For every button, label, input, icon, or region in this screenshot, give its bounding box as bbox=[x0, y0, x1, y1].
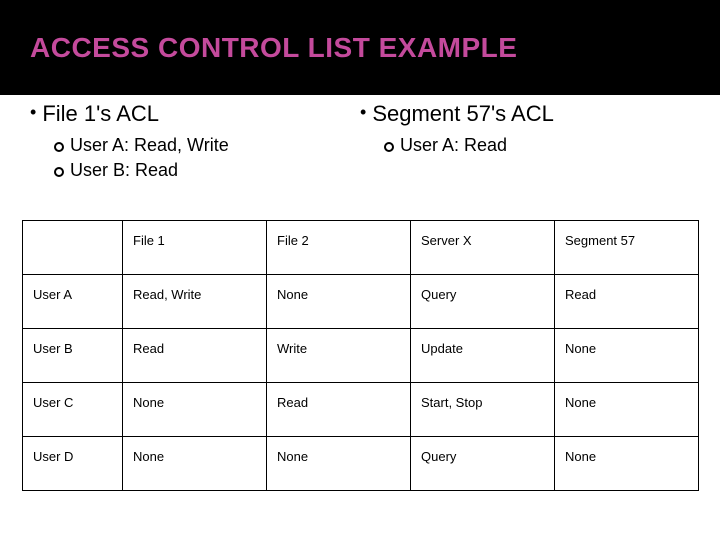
table-row: User C None Read Start, Stop None bbox=[23, 383, 699, 437]
table-cell: Read bbox=[555, 275, 699, 329]
circle-bullet-icon bbox=[54, 142, 64, 152]
table-row: User B Read Write Update None bbox=[23, 329, 699, 383]
table-cell: Query bbox=[411, 437, 555, 491]
table-cell: Read, Write bbox=[123, 275, 267, 329]
column-heading: File 1's ACL bbox=[42, 101, 159, 127]
table-cell: None bbox=[267, 275, 411, 329]
table-header-cell: Segment 57 bbox=[555, 221, 699, 275]
table-cell: None bbox=[267, 437, 411, 491]
title-bar: ACCESS CONTROL LIST EXAMPLE bbox=[0, 0, 720, 95]
table-row: User A Read, Write None Query Read bbox=[23, 275, 699, 329]
table-cell: Update bbox=[411, 329, 555, 383]
table-row: User D None None Query None bbox=[23, 437, 699, 491]
table-cell: User A bbox=[23, 275, 123, 329]
two-columns: • File 1's ACL User A: Read, Write User … bbox=[30, 101, 690, 185]
sub-list: User A: Read, Write User B: Read bbox=[54, 135, 360, 181]
circle-bullet-icon bbox=[54, 167, 64, 177]
list-item: User A: Read bbox=[384, 135, 690, 156]
table-cell: None bbox=[123, 437, 267, 491]
table-cell: Read bbox=[123, 329, 267, 383]
bullet-dot-icon: • bbox=[30, 103, 36, 121]
column-heading: Segment 57's ACL bbox=[372, 101, 554, 127]
table-cell: Query bbox=[411, 275, 555, 329]
bullet-dot-icon: • bbox=[360, 103, 366, 121]
table-cell: None bbox=[123, 383, 267, 437]
table-cell: None bbox=[555, 329, 699, 383]
table-header-cell bbox=[23, 221, 123, 275]
list-item-text: User A: Read bbox=[400, 135, 507, 156]
slide-title: ACCESS CONTROL LIST EXAMPLE bbox=[30, 34, 690, 62]
table-cell: Start, Stop bbox=[411, 383, 555, 437]
table-header-cell: File 1 bbox=[123, 221, 267, 275]
list-item-text: User B: Read bbox=[70, 160, 178, 181]
table-header-row: File 1 File 2 Server X Segment 57 bbox=[23, 221, 699, 275]
table-cell: None bbox=[555, 383, 699, 437]
table-cell: User D bbox=[23, 437, 123, 491]
list-item: User B: Read bbox=[54, 160, 360, 181]
table-cell: User B bbox=[23, 329, 123, 383]
list-item-text: User A: Read, Write bbox=[70, 135, 229, 156]
column-left: • File 1's ACL User A: Read, Write User … bbox=[30, 101, 360, 185]
table-cell: Write bbox=[267, 329, 411, 383]
heading-row: • File 1's ACL bbox=[30, 101, 360, 127]
content-area: • File 1's ACL User A: Read, Write User … bbox=[0, 95, 720, 540]
sub-list: User A: Read bbox=[384, 135, 690, 156]
list-item: User A: Read, Write bbox=[54, 135, 360, 156]
table-cell: None bbox=[555, 437, 699, 491]
table-header-cell: File 2 bbox=[267, 221, 411, 275]
heading-row: • Segment 57's ACL bbox=[360, 101, 690, 127]
table-cell: Read bbox=[267, 383, 411, 437]
table-header-cell: Server X bbox=[411, 221, 555, 275]
column-right: • Segment 57's ACL User A: Read bbox=[360, 101, 690, 185]
circle-bullet-icon bbox=[384, 142, 394, 152]
slide: ACCESS CONTROL LIST EXAMPLE • File 1's A… bbox=[0, 0, 720, 540]
table-cell: User C bbox=[23, 383, 123, 437]
acl-table: File 1 File 2 Server X Segment 57 User A… bbox=[22, 220, 699, 491]
